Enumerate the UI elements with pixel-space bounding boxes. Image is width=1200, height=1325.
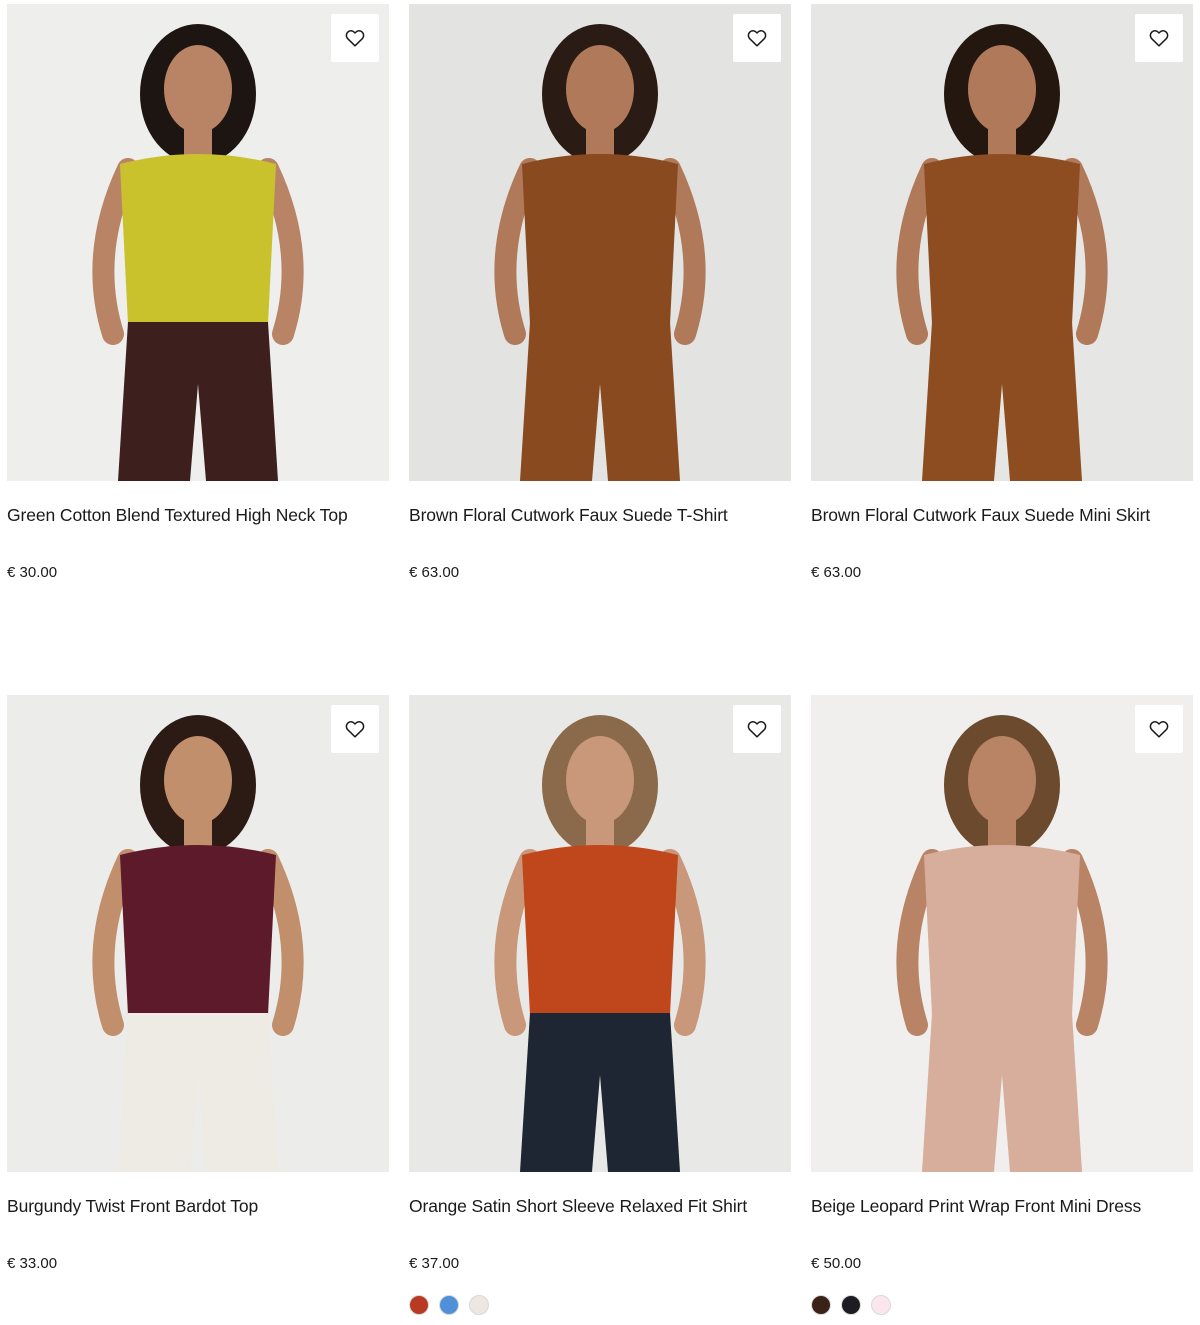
color-swatch-cream[interactable] bbox=[469, 1295, 489, 1315]
color-swatch-brown[interactable] bbox=[811, 1295, 831, 1315]
heart-outline-icon bbox=[747, 30, 767, 47]
product-card[interactable]: Green Cotton Blend Textured High Neck To… bbox=[7, 4, 389, 583]
product-card[interactable]: Brown Floral Cutwork Faux Suede Mini Ski… bbox=[811, 4, 1193, 583]
product-card[interactable]: Beige Leopard Print Wrap Front Mini Dres… bbox=[811, 695, 1193, 1315]
product-title[interactable]: Orange Satin Short Sleeve Relaxed Fit Sh… bbox=[409, 1194, 791, 1218]
product-price: € 63.00 bbox=[811, 564, 862, 581]
wishlist-button[interactable] bbox=[1135, 705, 1183, 753]
product-image[interactable] bbox=[811, 695, 1193, 1172]
wishlist-button[interactable] bbox=[331, 14, 379, 62]
product-card[interactable]: Brown Floral Cutwork Faux Suede T-Shirt … bbox=[409, 4, 791, 583]
color-swatches bbox=[811, 1295, 891, 1315]
product-title[interactable]: Green Cotton Blend Textured High Neck To… bbox=[7, 503, 389, 527]
model-photo bbox=[7, 24, 389, 481]
product-price: € 37.00 bbox=[409, 1255, 460, 1272]
product-card[interactable]: Orange Satin Short Sleeve Relaxed Fit Sh… bbox=[409, 695, 791, 1315]
product-title[interactable]: Burgundy Twist Front Bardot Top bbox=[7, 1194, 389, 1218]
heart-outline-icon bbox=[1149, 721, 1169, 738]
color-swatch-pink[interactable] bbox=[871, 1295, 891, 1315]
wishlist-button[interactable] bbox=[733, 705, 781, 753]
product-grid: Green Cotton Blend Textured High Neck To… bbox=[0, 0, 1200, 1325]
product-title[interactable]: Brown Floral Cutwork Faux Suede Mini Ski… bbox=[811, 503, 1193, 527]
model-photo bbox=[811, 715, 1193, 1172]
wishlist-button[interactable] bbox=[1135, 14, 1183, 62]
product-image[interactable] bbox=[7, 4, 389, 481]
product-price: € 30.00 bbox=[7, 564, 58, 581]
product-title[interactable]: Brown Floral Cutwork Faux Suede T-Shirt bbox=[409, 503, 791, 527]
heart-outline-icon bbox=[345, 721, 365, 738]
model-photo bbox=[409, 715, 791, 1172]
product-image[interactable] bbox=[7, 695, 389, 1172]
color-swatch-orange[interactable] bbox=[409, 1295, 429, 1315]
model-photo bbox=[811, 24, 1193, 481]
color-swatches bbox=[409, 1295, 489, 1315]
model-photo bbox=[409, 24, 791, 481]
color-swatch-blue[interactable] bbox=[439, 1295, 459, 1315]
wishlist-button[interactable] bbox=[733, 14, 781, 62]
model-photo bbox=[7, 715, 389, 1172]
product-price: € 50.00 bbox=[811, 1255, 862, 1272]
product-title[interactable]: Beige Leopard Print Wrap Front Mini Dres… bbox=[811, 1194, 1193, 1218]
product-image[interactable] bbox=[409, 4, 791, 481]
wishlist-button[interactable] bbox=[331, 705, 379, 753]
heart-outline-icon bbox=[1149, 30, 1169, 47]
product-price: € 63.00 bbox=[409, 564, 460, 581]
product-card[interactable]: Burgundy Twist Front Bardot Top € 33.00 bbox=[7, 695, 389, 1274]
heart-outline-icon bbox=[747, 721, 767, 738]
product-image[interactable] bbox=[811, 4, 1193, 481]
color-swatch-black[interactable] bbox=[841, 1295, 861, 1315]
product-image[interactable] bbox=[409, 695, 791, 1172]
product-price: € 33.00 bbox=[7, 1255, 58, 1272]
heart-outline-icon bbox=[345, 30, 365, 47]
